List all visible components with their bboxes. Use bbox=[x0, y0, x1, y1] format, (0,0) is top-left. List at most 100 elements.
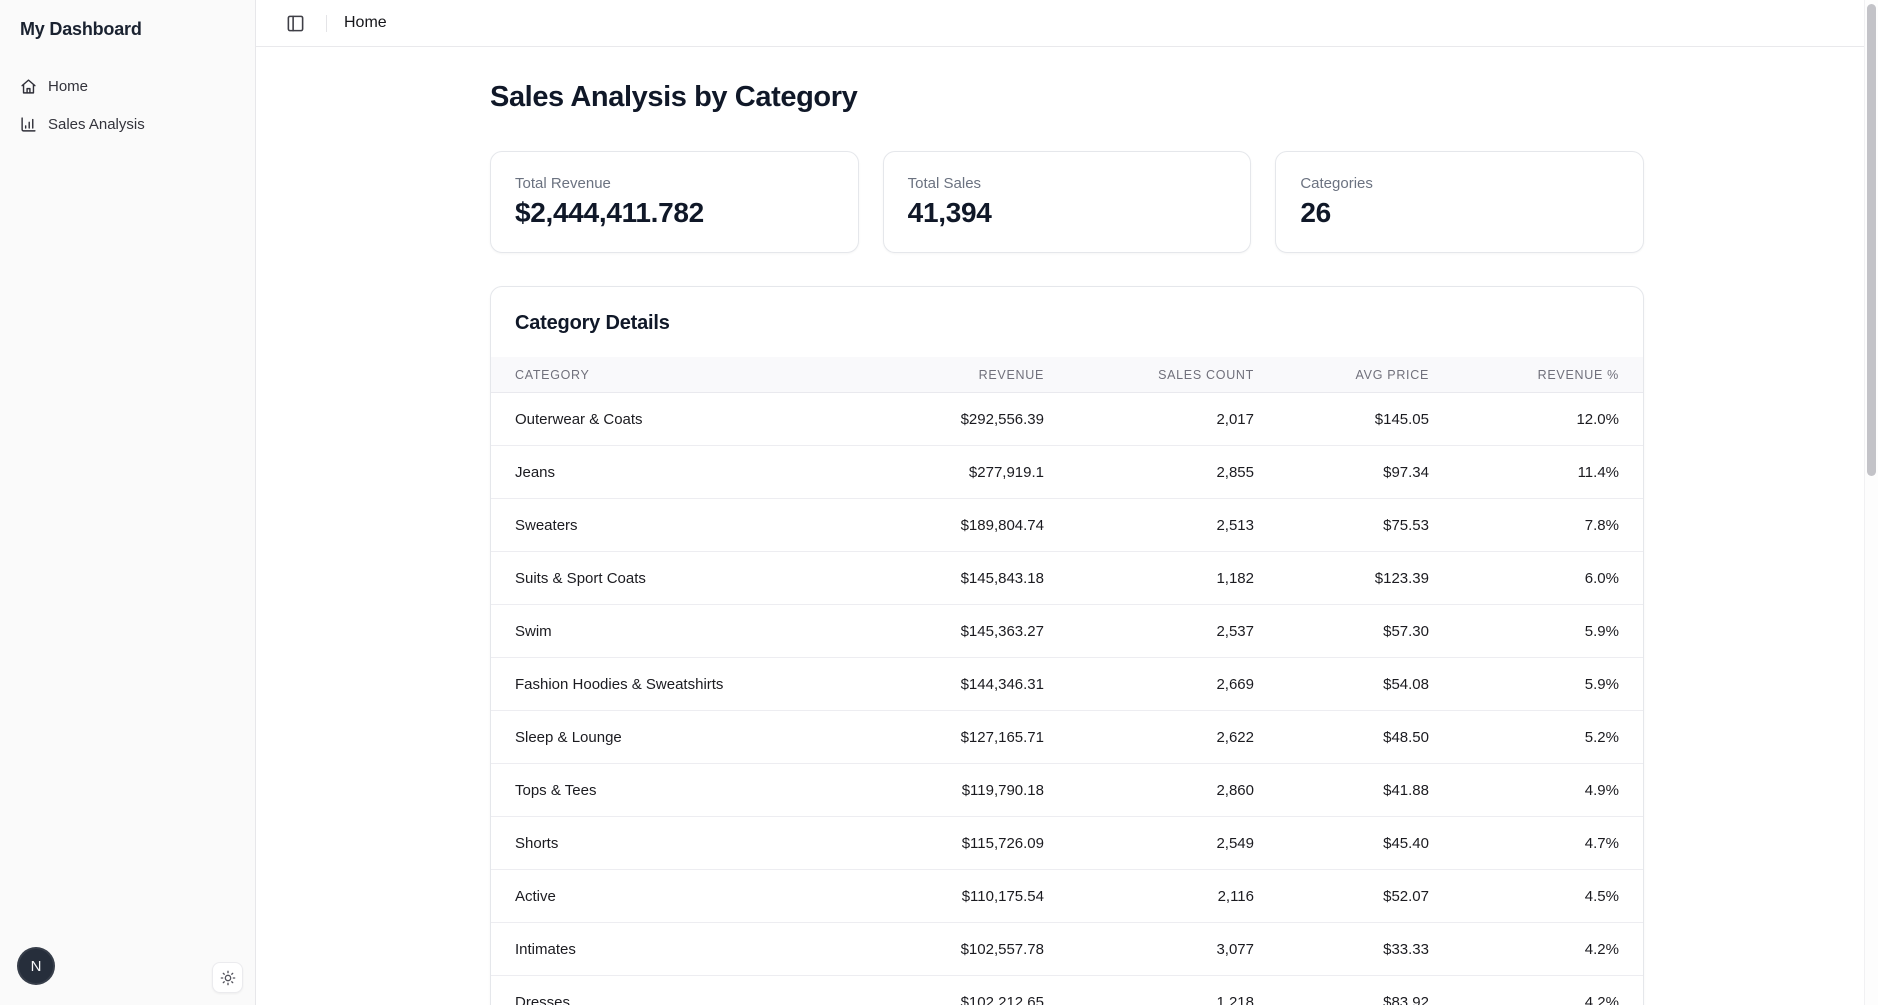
column-header-category: CATEGORY bbox=[515, 368, 834, 382]
column-header-sales-count: SALES COUNT bbox=[1044, 368, 1254, 382]
cell-avg-price: $33.33 bbox=[1254, 941, 1429, 958]
cell-category: Tops & Tees bbox=[515, 782, 834, 799]
stat-card-total-revenue: Total Revenue $2,444,411.782 bbox=[490, 151, 859, 253]
cell-sales-count: 2,669 bbox=[1044, 676, 1254, 693]
table-row: Fashion Hoodies & Sweatshirts$144,346.31… bbox=[491, 658, 1643, 711]
cell-avg-price: $97.34 bbox=[1254, 464, 1429, 481]
cell-revenue-pct: 12.0% bbox=[1429, 411, 1619, 428]
scrollbar-thumb[interactable] bbox=[1867, 4, 1876, 476]
stat-label: Total Revenue bbox=[515, 175, 834, 192]
cell-revenue: $189,804.74 bbox=[834, 517, 1044, 534]
bar-chart-icon bbox=[20, 116, 37, 133]
cell-category: Fashion Hoodies & Sweatshirts bbox=[515, 676, 834, 693]
cell-category: Dresses bbox=[515, 994, 834, 1005]
app-title: My Dashboard bbox=[0, 0, 255, 40]
table-row: Dresses$102,212.651,218$83.924.2% bbox=[491, 976, 1643, 1005]
cell-revenue: $145,363.27 bbox=[834, 623, 1044, 640]
table-row: Active$110,175.542,116$52.074.5% bbox=[491, 870, 1643, 923]
card-title: Category Details bbox=[515, 312, 1619, 335]
cell-sales-count: 2,622 bbox=[1044, 729, 1254, 746]
cell-revenue: $292,556.39 bbox=[834, 411, 1044, 428]
sidebar-toggle-button[interactable] bbox=[281, 9, 309, 37]
home-icon bbox=[20, 78, 37, 95]
column-header-revenue: REVENUE bbox=[834, 368, 1044, 382]
cell-revenue: $102,212.65 bbox=[834, 994, 1044, 1005]
cell-category: Sweaters bbox=[515, 517, 834, 534]
table-row: Sleep & Lounge$127,165.712,622$48.505.2% bbox=[491, 711, 1643, 764]
stat-label: Categories bbox=[1300, 175, 1619, 192]
stat-card-categories: Categories 26 bbox=[1275, 151, 1644, 253]
cell-category: Sleep & Lounge bbox=[515, 729, 834, 746]
breadcrumb[interactable]: Home bbox=[344, 14, 387, 32]
column-header-revenue-pct: REVENUE % bbox=[1429, 368, 1619, 382]
avatar-initial: N bbox=[31, 958, 42, 975]
table-row: Outerwear & Coats$292,556.392,017$145.05… bbox=[491, 393, 1643, 446]
cell-revenue-pct: 4.7% bbox=[1429, 835, 1619, 852]
table-body: Outerwear & Coats$292,556.392,017$145.05… bbox=[491, 393, 1643, 1005]
cell-avg-price: $123.39 bbox=[1254, 570, 1429, 587]
cell-revenue-pct: 6.0% bbox=[1429, 570, 1619, 587]
cell-avg-price: $48.50 bbox=[1254, 729, 1429, 746]
table-row: Intimates$102,557.783,077$33.334.2% bbox=[491, 923, 1643, 976]
stats-row: Total Revenue $2,444,411.782 Total Sales… bbox=[490, 151, 1644, 253]
cell-revenue: $110,175.54 bbox=[834, 888, 1044, 905]
cell-sales-count: 2,513 bbox=[1044, 517, 1254, 534]
avatar[interactable]: N bbox=[17, 947, 55, 985]
cell-avg-price: $57.30 bbox=[1254, 623, 1429, 640]
table-row: Suits & Sport Coats$145,843.181,182$123.… bbox=[491, 552, 1643, 605]
cell-revenue-pct: 5.9% bbox=[1429, 623, 1619, 640]
sidebar-item-sales-analysis[interactable]: Sales Analysis bbox=[12, 109, 243, 140]
cell-revenue: $102,557.78 bbox=[834, 941, 1044, 958]
cell-category: Active bbox=[515, 888, 834, 905]
cell-revenue-pct: 4.5% bbox=[1429, 888, 1619, 905]
cell-revenue: $127,165.71 bbox=[834, 729, 1044, 746]
cell-revenue: $115,726.09 bbox=[834, 835, 1044, 852]
card-header: Category Details bbox=[491, 287, 1643, 357]
cell-avg-price: $45.40 bbox=[1254, 835, 1429, 852]
cell-sales-count: 2,549 bbox=[1044, 835, 1254, 852]
sidebar-item-home[interactable]: Home bbox=[12, 71, 243, 102]
stat-value: $2,444,411.782 bbox=[515, 197, 834, 229]
cell-category: Suits & Sport Coats bbox=[515, 570, 834, 587]
cell-sales-count: 2,017 bbox=[1044, 411, 1254, 428]
cell-revenue-pct: 4.9% bbox=[1429, 782, 1619, 799]
stat-value: 41,394 bbox=[908, 197, 1227, 229]
table-header-row: CATEGORY REVENUE SALES COUNT AVG PRICE R… bbox=[491, 357, 1643, 393]
table-row: Swim$145,363.272,537$57.305.9% bbox=[491, 605, 1643, 658]
main-area: Home Sales Analysis by Category Total Re… bbox=[256, 0, 1878, 1005]
stat-label: Total Sales bbox=[908, 175, 1227, 192]
cell-sales-count: 2,855 bbox=[1044, 464, 1254, 481]
topbar-divider bbox=[326, 15, 327, 32]
table-row: Sweaters$189,804.742,513$75.537.8% bbox=[491, 499, 1643, 552]
cell-sales-count: 1,182 bbox=[1044, 570, 1254, 587]
cell-category: Intimates bbox=[515, 941, 834, 958]
cell-revenue-pct: 4.2% bbox=[1429, 941, 1619, 958]
sidebar: My Dashboard Home Sales Analysis N bbox=[0, 0, 256, 1005]
cell-avg-price: $41.88 bbox=[1254, 782, 1429, 799]
cell-revenue-pct: 5.2% bbox=[1429, 729, 1619, 746]
cell-sales-count: 1,218 bbox=[1044, 994, 1254, 1005]
sidebar-nav: Home Sales Analysis bbox=[0, 71, 255, 140]
cell-category: Outerwear & Coats bbox=[515, 411, 834, 428]
sidebar-item-label: Sales Analysis bbox=[48, 116, 145, 133]
cell-revenue: $144,346.31 bbox=[834, 676, 1044, 693]
sidebar-item-label: Home bbox=[48, 78, 88, 95]
page-title: Sales Analysis by Category bbox=[490, 81, 1644, 114]
cell-revenue: $119,790.18 bbox=[834, 782, 1044, 799]
table-row: Tops & Tees$119,790.182,860$41.884.9% bbox=[491, 764, 1643, 817]
stat-card-total-sales: Total Sales 41,394 bbox=[883, 151, 1252, 253]
panel-left-icon bbox=[286, 14, 305, 33]
theme-toggle-button[interactable] bbox=[212, 962, 243, 993]
cell-sales-count: 3,077 bbox=[1044, 941, 1254, 958]
category-details-card: Category Details CATEGORY REVENUE SALES … bbox=[490, 286, 1644, 1005]
cell-revenue-pct: 11.4% bbox=[1429, 464, 1619, 481]
table-row: Shorts$115,726.092,549$45.404.7% bbox=[491, 817, 1643, 870]
cell-revenue-pct: 4.2% bbox=[1429, 994, 1619, 1005]
stat-value: 26 bbox=[1300, 197, 1619, 229]
cell-revenue: $145,843.18 bbox=[834, 570, 1044, 587]
page-content: Sales Analysis by Category Total Revenue… bbox=[256, 47, 1878, 1005]
cell-sales-count: 2,860 bbox=[1044, 782, 1254, 799]
cell-sales-count: 2,116 bbox=[1044, 888, 1254, 905]
cell-avg-price: $52.07 bbox=[1254, 888, 1429, 905]
cell-revenue: $277,919.1 bbox=[834, 464, 1044, 481]
